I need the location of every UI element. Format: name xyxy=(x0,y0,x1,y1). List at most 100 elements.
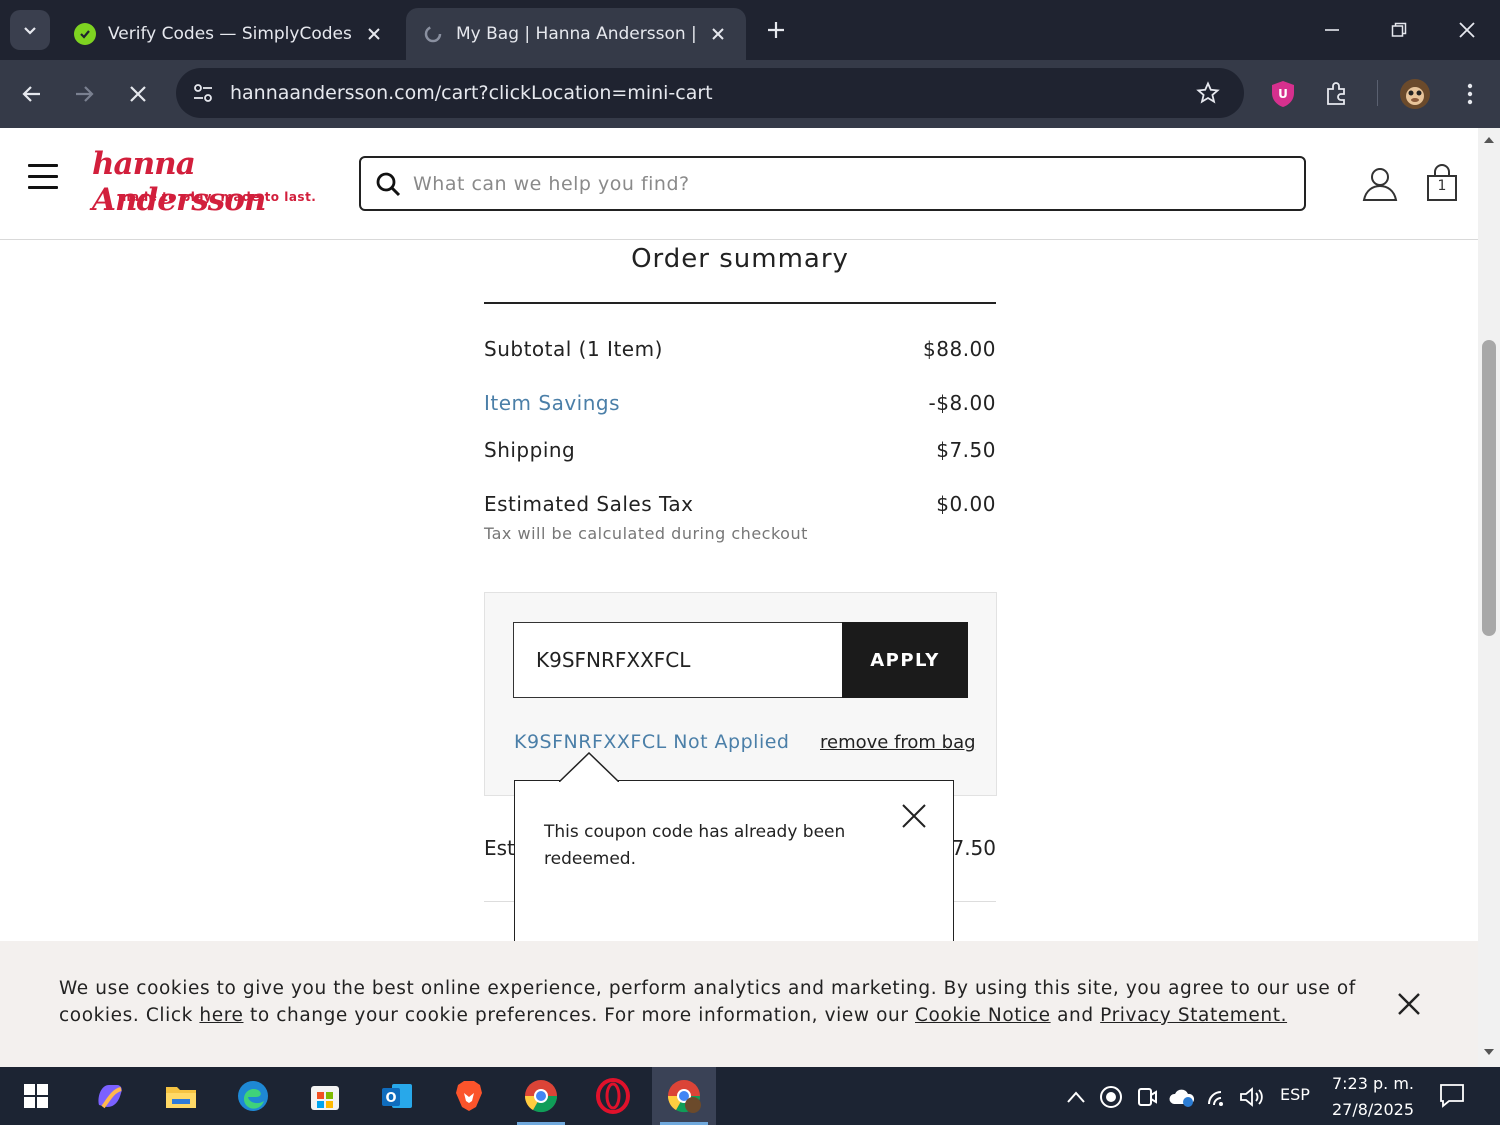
coupon-status-link[interactable]: K9SFNRFXXFCL Not Applied xyxy=(514,731,790,753)
show-hidden-icons-chevron-up-icon[interactable] xyxy=(1062,1083,1090,1111)
brave-lion-icon xyxy=(456,1081,482,1111)
simplycodes-favicon-icon xyxy=(74,23,96,45)
shopping-bag-icon[interactable]: 1 xyxy=(1422,162,1462,204)
close-window-button[interactable] xyxy=(1449,12,1485,48)
clock-date: 27/8/2025 xyxy=(1331,1100,1415,1119)
chrome-icon xyxy=(667,1080,701,1113)
bag-count-badge: 1 xyxy=(1437,178,1447,194)
taskbar-outlook[interactable]: O xyxy=(365,1067,429,1125)
sales-tax-label: Estimated Sales Tax xyxy=(484,492,694,516)
shipping-row: Shipping $7.50 xyxy=(484,438,996,462)
taskbar-opera[interactable] xyxy=(581,1067,645,1125)
hanna-andersson-logo[interactable]: hanna Andersson made to play. made to la… xyxy=(92,146,322,218)
search-icon[interactable] xyxy=(373,169,403,199)
tab-simplycodes[interactable]: Verify Codes — SimplyCodes xyxy=(58,8,402,60)
privacy-statement-link[interactable]: Privacy Statement. xyxy=(1100,1005,1287,1026)
edge-icon xyxy=(238,1081,268,1111)
order-summary: Order summary Subtotal (1 Item) $88.00 I… xyxy=(484,240,996,543)
chrome-icon xyxy=(524,1080,558,1113)
cookie-banner: We use cookies to give you the best onli… xyxy=(0,941,1478,1067)
menu-hamburger-icon[interactable] xyxy=(28,164,58,194)
restore-button[interactable] xyxy=(1381,12,1417,48)
apply-coupon-button[interactable]: APPLY xyxy=(842,622,968,698)
profile-avatar-icon[interactable] xyxy=(1397,76,1433,112)
ublock-extension-icon[interactable]: U xyxy=(1265,76,1301,112)
windows-logo-icon xyxy=(24,1084,48,1108)
order-summary-title: Order summary xyxy=(631,244,849,274)
taskbar-edge[interactable] xyxy=(221,1067,285,1125)
outlook-icon: O xyxy=(382,1084,412,1108)
remove-coupon-link[interactable]: remove from bag xyxy=(820,732,976,753)
taskbar-store[interactable] xyxy=(293,1067,357,1125)
scroll-thumb[interactable] xyxy=(1482,340,1496,636)
tab-title: My Bag | Hanna Andersson | Ha xyxy=(456,24,698,44)
input-language[interactable]: ESP xyxy=(1280,1085,1310,1104)
taskbar-chrome-profile-1[interactable] xyxy=(509,1067,573,1125)
windows-taskbar: O ESP 7:23 p. m. 27/8/2025 xyxy=(0,1067,1500,1125)
browser-menu-icon[interactable] xyxy=(1452,76,1488,112)
close-icon xyxy=(130,86,146,102)
cookie-preferences-link[interactable]: here xyxy=(199,1005,243,1026)
tab-close-icon[interactable] xyxy=(706,22,730,46)
popover-close-icon[interactable] xyxy=(899,801,929,831)
minimize-icon xyxy=(1325,29,1339,31)
minimize-button[interactable] xyxy=(1314,12,1350,48)
notifications-icon[interactable] xyxy=(1438,1081,1468,1111)
logo-wordmark: hanna Andersson xyxy=(92,146,266,218)
bookmark-star-icon[interactable] xyxy=(1192,77,1224,109)
subtotal-value: $88.00 xyxy=(923,337,996,361)
cookie-message: We use cookies to give you the best onli… xyxy=(59,978,1356,1026)
taskbar-brave[interactable] xyxy=(437,1067,501,1125)
record-icon[interactable] xyxy=(1097,1083,1125,1111)
wifi-icon[interactable] xyxy=(1204,1083,1232,1111)
summary-divider xyxy=(484,302,996,304)
account-user-icon[interactable] xyxy=(1360,164,1400,204)
forward-button[interactable] xyxy=(64,74,104,114)
plus-icon xyxy=(768,22,784,38)
sales-tax-value: $0.00 xyxy=(936,492,996,516)
url-text[interactable]: hannaandersson.com/cart?clickLocation=mi… xyxy=(230,82,1192,104)
browser-toolbar: hannaandersson.com/cart?clickLocation=mi… xyxy=(0,60,1500,128)
page-scrollbar[interactable] xyxy=(1478,128,1500,1067)
start-button[interactable] xyxy=(4,1067,68,1125)
copilot-icon xyxy=(98,1085,122,1109)
cookie-notice-link[interactable]: Cookie Notice xyxy=(915,1005,1051,1026)
clock[interactable]: 7:23 p. m. 27/8/2025 xyxy=(1326,1071,1420,1123)
arrow-left-icon xyxy=(22,86,40,102)
subtotal-row: Subtotal (1 Item) $88.00 xyxy=(484,337,996,361)
site-search-box[interactable] xyxy=(359,156,1306,211)
logo-tagline: made to play. made to last. xyxy=(118,190,317,204)
popover-message: This coupon code has already been redeem… xyxy=(544,822,846,869)
volume-icon[interactable] xyxy=(1238,1083,1266,1111)
address-bar[interactable]: hannaandersson.com/cart?clickLocation=mi… xyxy=(176,68,1244,118)
coupon-code-input[interactable] xyxy=(513,622,843,698)
item-savings-label[interactable]: Item Savings xyxy=(484,391,620,415)
store-icon xyxy=(311,1086,339,1110)
cookie-close-icon[interactable] xyxy=(1394,989,1424,1019)
new-tab-button[interactable] xyxy=(760,14,792,46)
site-settings-icon[interactable] xyxy=(188,78,218,108)
scroll-up-icon[interactable] xyxy=(1483,134,1495,146)
tab-search-button[interactable] xyxy=(10,10,50,50)
arrow-right-icon xyxy=(76,86,94,102)
search-input[interactable] xyxy=(413,172,1263,195)
tab-close-icon[interactable] xyxy=(362,22,386,46)
onedrive-cloud-icon[interactable] xyxy=(1168,1083,1196,1111)
meet-now-icon[interactable] xyxy=(1133,1083,1161,1111)
browser-tab-strip: Verify Codes — SimplyCodes My Bag | Hann… xyxy=(0,0,1500,60)
stop-loading-button[interactable] xyxy=(118,74,158,114)
taskbar-copilot[interactable] xyxy=(78,1067,142,1125)
taskbar-file-explorer[interactable] xyxy=(149,1067,213,1125)
estimated-total-value: 7.50 xyxy=(951,836,996,860)
tab-my-bag[interactable]: My Bag | Hanna Andersson | Ha xyxy=(406,8,746,60)
back-button[interactable] xyxy=(12,74,52,114)
subtotal-label: Subtotal (1 Item) xyxy=(484,337,663,361)
item-savings-row: Item Savings -$8.00 xyxy=(484,391,996,415)
extensions-puzzle-icon[interactable] xyxy=(1319,76,1355,112)
toolbar-separator xyxy=(1377,80,1378,106)
taskbar-chrome-profile-2[interactable] xyxy=(652,1067,716,1125)
svg-text:O: O xyxy=(385,1091,396,1106)
opera-icon xyxy=(596,1078,630,1114)
scroll-down-icon[interactable] xyxy=(1483,1046,1495,1058)
sales-tax-row: Estimated Sales Tax $0.00 xyxy=(484,492,996,516)
